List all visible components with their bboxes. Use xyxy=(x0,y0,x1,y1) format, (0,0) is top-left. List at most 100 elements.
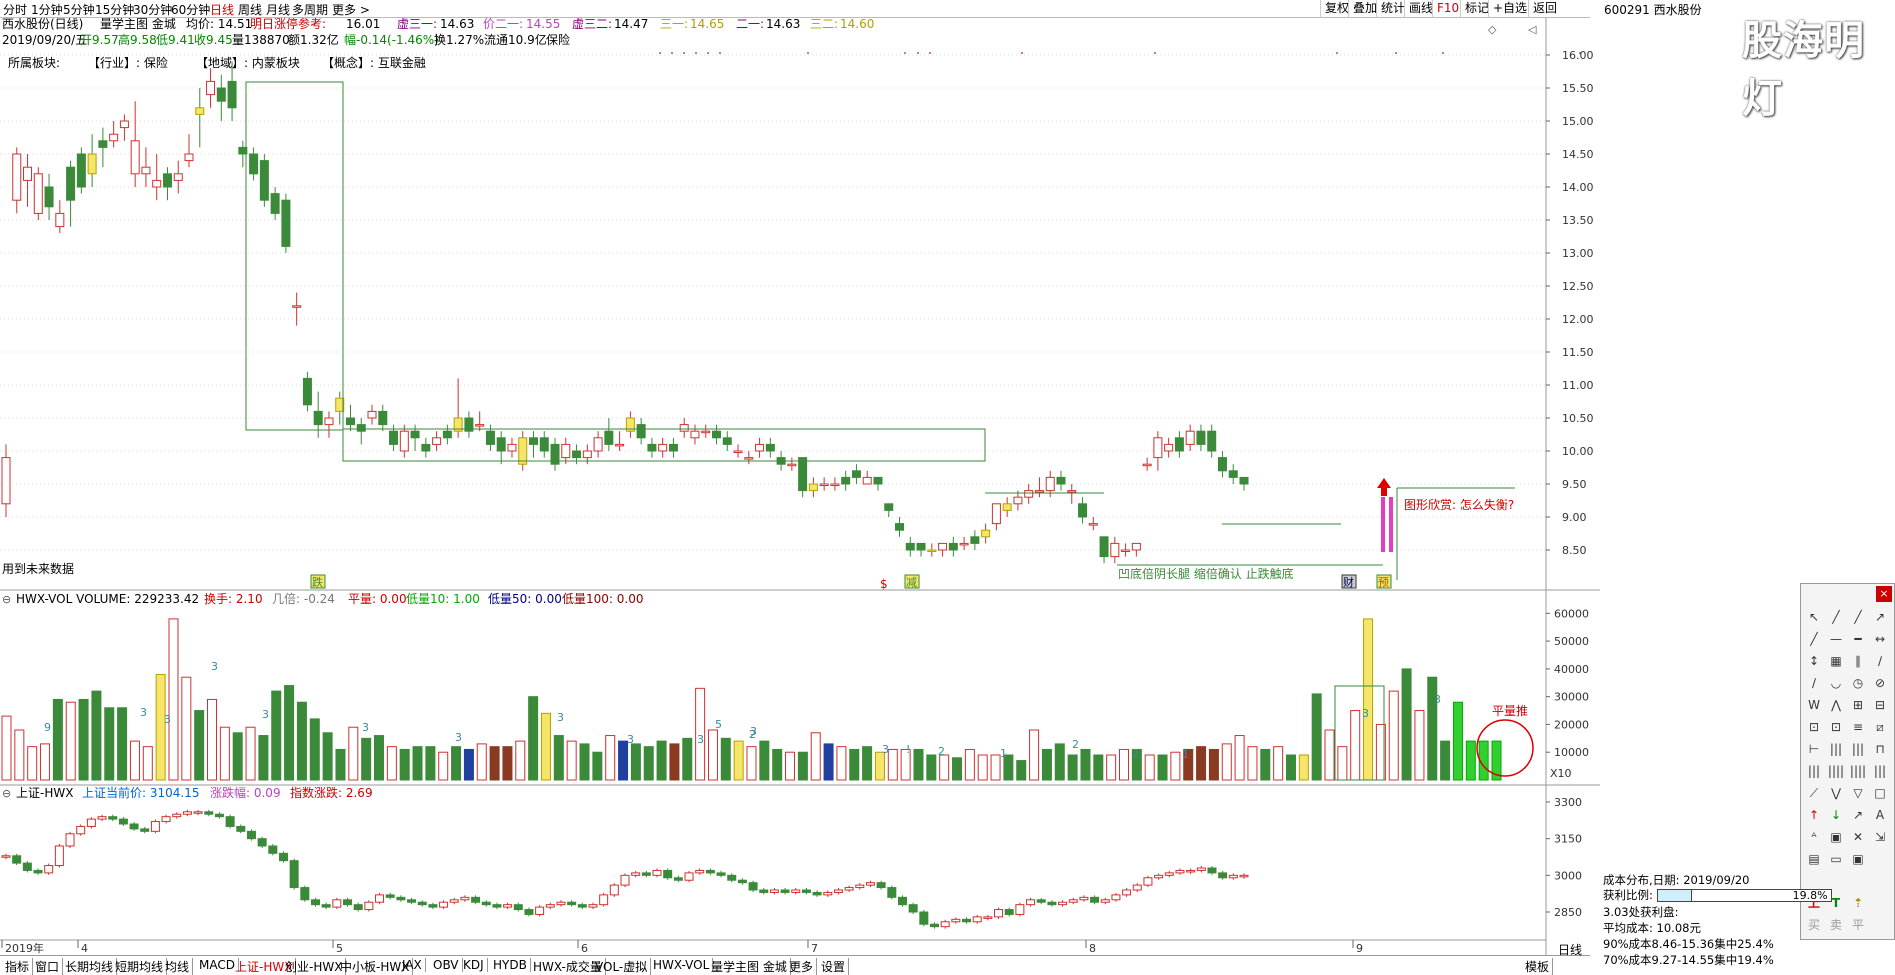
index-candle xyxy=(748,882,758,891)
draw-tool-icon[interactable]: ⋀ xyxy=(1827,696,1845,714)
draw-tool-icon[interactable]: ⊡ xyxy=(1827,718,1845,736)
draw-tool-icon[interactable]: ↗ xyxy=(1849,806,1867,824)
candle xyxy=(485,430,495,445)
draw-tool-icon[interactable]: ╱ xyxy=(1827,608,1845,626)
mark-tool-icon[interactable]: ⇡ xyxy=(1849,894,1867,912)
draw-tool-icon[interactable]: ∥ xyxy=(1849,652,1867,670)
draw-tool-icon[interactable] xyxy=(1871,850,1889,868)
top-button-6[interactable]: +自选 xyxy=(1488,0,1527,18)
index-candle xyxy=(108,816,118,820)
trade-button[interactable]: 卖 xyxy=(1827,916,1845,934)
draw-tool-icon[interactable]: ▭ xyxy=(1827,850,1845,868)
indicator-tab-18[interactable]: 设置 xyxy=(818,958,850,975)
top-button-2[interactable]: 统计 xyxy=(1376,0,1405,18)
indicator-tab-10[interactable]: OBV xyxy=(430,958,463,972)
period-tab-6[interactable]: 日线 xyxy=(210,1,234,18)
period-tab-5[interactable]: 60分钟 xyxy=(171,1,210,18)
indicator-tab-16[interactable]: 量学主图 金城 xyxy=(708,958,791,975)
candle xyxy=(884,503,894,511)
draw-tool-icon[interactable]: ⊘ xyxy=(1871,674,1889,692)
draw-tool-icon[interactable]: ▦ xyxy=(1827,652,1845,670)
candle xyxy=(1174,437,1184,452)
draw-tool-icon[interactable]: ∕ xyxy=(1871,652,1889,670)
draw-tool-icon[interactable]: ⟋ xyxy=(1805,784,1823,802)
volume-bar xyxy=(630,743,641,781)
draw-tool-icon[interactable]: ↕ xyxy=(1805,652,1823,670)
candle xyxy=(690,430,700,439)
period-tab-10[interactable]: 更多 > xyxy=(332,1,370,18)
top-button-3[interactable]: 画线 xyxy=(1404,0,1433,18)
draw-tool-icon[interactable]: ⋁ xyxy=(1827,784,1845,802)
draw-tool-icon[interactable]: ↖ xyxy=(1805,608,1823,626)
indicator-tab-11[interactable]: KDJ xyxy=(460,958,488,972)
draw-tool-icon[interactable]: ╱ xyxy=(1805,630,1823,648)
template-tab[interactable]: 模板 xyxy=(1522,958,1554,975)
period-tab-1[interactable]: 1分钟 xyxy=(31,1,63,18)
indicator-tab-15[interactable]: HWX-VOL xyxy=(650,958,714,972)
indicator-tab-17[interactable]: 更多 xyxy=(786,958,818,975)
draw-tool-icon[interactable]: ↗ xyxy=(1871,608,1889,626)
draw-tool-icon[interactable]: W xyxy=(1805,696,1823,714)
draw-tool-icon[interactable]: ||| xyxy=(1849,740,1867,758)
draw-tool-icon[interactable]: ✕ xyxy=(1849,828,1867,846)
draw-tool-icon[interactable]: □ xyxy=(1871,784,1889,802)
draw-tool-icon[interactable]: ||| xyxy=(1871,762,1889,780)
draw-tool-icon[interactable]: ᴬ xyxy=(1805,828,1823,846)
indicator-tab-1[interactable]: 窗口 xyxy=(32,958,64,975)
draw-tool-icon[interactable]: ≡ xyxy=(1849,718,1867,736)
draw-tool-icon[interactable]: ▣ xyxy=(1849,850,1867,868)
indicator-tab-4[interactable]: 均线 xyxy=(162,958,194,975)
draw-tool-icon[interactable]: ▤ xyxy=(1805,850,1823,868)
draw-tool-icon[interactable]: ||| xyxy=(1805,762,1823,780)
period-tab-8[interactable]: 月线 xyxy=(266,1,290,18)
indicator-tab-12[interactable]: HYDB xyxy=(490,958,531,972)
draw-tool-icon[interactable]: ◡ xyxy=(1827,674,1845,692)
candle xyxy=(270,193,280,214)
draw-tool-icon[interactable]: ↑ xyxy=(1805,806,1823,824)
index-candle xyxy=(609,884,619,896)
top-button-1[interactable]: 叠加 xyxy=(1348,0,1377,18)
draw-tool-icon[interactable]: ⧄ xyxy=(1871,718,1889,736)
top-button-7[interactable]: 返回 xyxy=(1528,0,1557,18)
draw-tool-icon[interactable]: ▣ xyxy=(1827,828,1845,846)
draw-tool-icon[interactable]: ↓ xyxy=(1827,806,1845,824)
draw-tool-icon[interactable]: A xyxy=(1871,806,1889,824)
top-button-0[interactable]: 复权 xyxy=(1320,0,1349,18)
chart-canvas[interactable]: 西水股份(日线) 量学主图 金城 均价: 14.51明日涨停参考: 16.01 虚三一:… xyxy=(0,0,1600,955)
draw-tool-icon[interactable]: ↔ xyxy=(1871,630,1889,648)
draw-tool-icon[interactable]: ⊢ xyxy=(1805,740,1823,758)
draw-tool-icon[interactable]: |||| xyxy=(1827,762,1845,780)
indicator-tab-2[interactable]: 长期均线 xyxy=(62,958,118,975)
draw-tool-icon[interactable]: ⊟ xyxy=(1871,696,1889,714)
draw-tool-icon[interactable]: ⇲ xyxy=(1871,828,1889,846)
draw-tool-icon[interactable]: ||| xyxy=(1827,740,1845,758)
draw-tool-icon[interactable]: ◷ xyxy=(1849,674,1867,692)
candle xyxy=(647,443,657,452)
trade-button[interactable]: 平 xyxy=(1849,916,1867,934)
draw-tool-icon[interactable]: ━ xyxy=(1849,630,1867,648)
draw-tool-icon[interactable]: ⊓ xyxy=(1871,740,1889,758)
period-tab-7[interactable]: 周线 xyxy=(238,1,262,18)
indicator-tab-0[interactable]: 指标 xyxy=(2,958,34,975)
draw-tool-icon[interactable]: ⊞ xyxy=(1849,696,1867,714)
trade-button[interactable]: 买 xyxy=(1805,916,1823,934)
period-tab-2[interactable]: 5分钟 xyxy=(63,1,95,18)
close-icon[interactable]: × xyxy=(1876,586,1892,602)
draw-tool-icon[interactable]: ╱ xyxy=(1849,608,1867,626)
period-tab-4[interactable]: 30分钟 xyxy=(133,1,172,18)
indicator-tab-14[interactable]: VOL-虚拟 xyxy=(592,958,652,975)
draw-tool-icon[interactable]: — xyxy=(1827,630,1845,648)
draw-tool-icon[interactable]: ▽ xyxy=(1849,784,1867,802)
draw-tool-icon[interactable]: ∕ xyxy=(1805,674,1823,692)
candle xyxy=(356,424,366,432)
period-tab-3[interactable]: 15分钟 xyxy=(95,1,134,18)
period-tab-0[interactable]: 分时 xyxy=(3,1,27,18)
draw-tool-icon[interactable]: |||| xyxy=(1849,762,1867,780)
indicator-tab-9[interactable]: JAX xyxy=(399,958,426,972)
draw-tool-icon[interactable]: ⊡ xyxy=(1805,718,1823,736)
top-button-5[interactable]: 标记 xyxy=(1460,0,1489,18)
period-tab-9[interactable]: 多周期 xyxy=(292,1,328,18)
indicator-tab-3[interactable]: 短期均线 xyxy=(112,958,168,975)
top-button-4[interactable]: F10 xyxy=(1432,0,1459,18)
price-tick-label: 12.50 xyxy=(1562,280,1594,293)
